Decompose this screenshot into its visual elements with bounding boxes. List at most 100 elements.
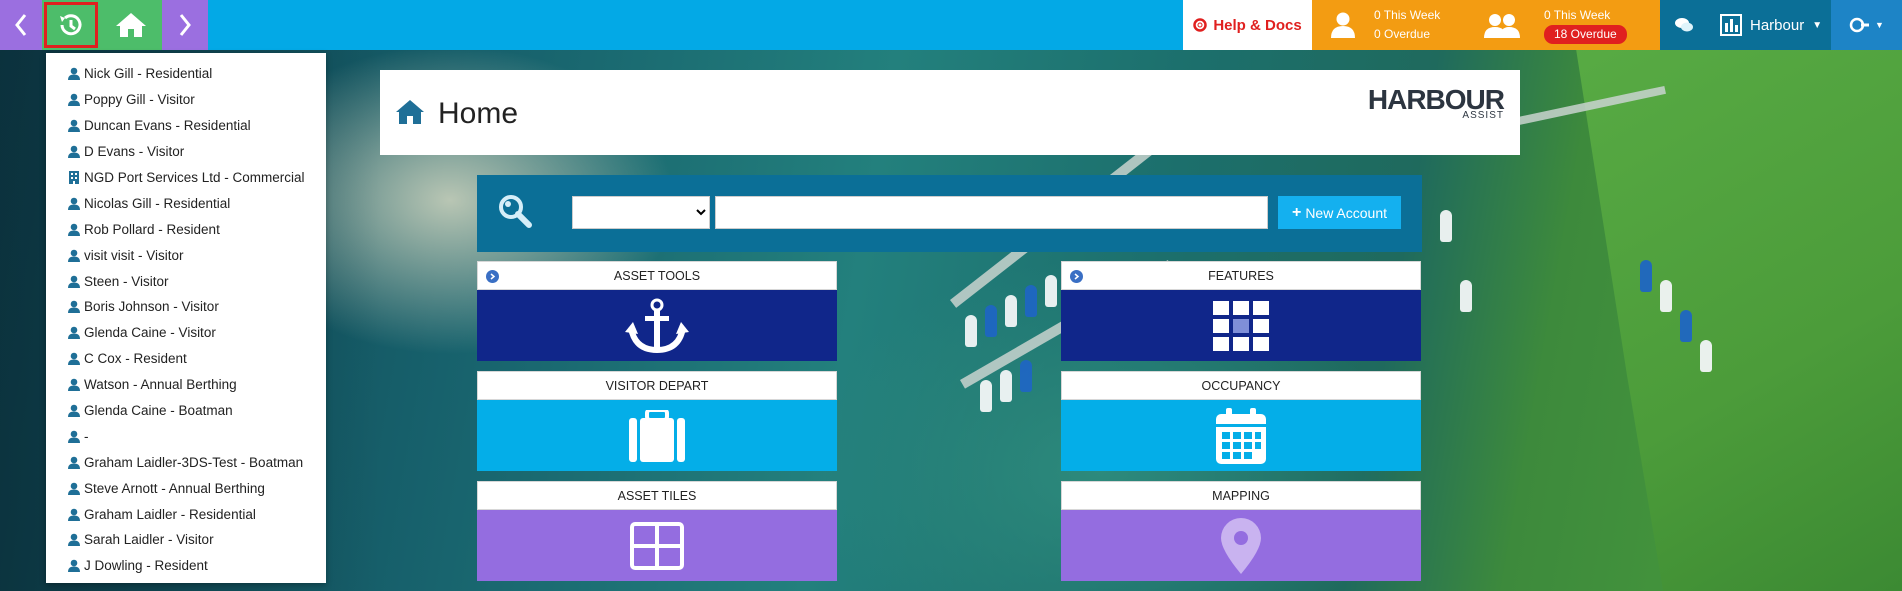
history-item-label: Poppy Gill - Visitor [84,92,195,108]
person-icon [66,455,81,470]
history-item-label: NGD Port Services Ltd - Commercial [84,170,305,185]
history-item[interactable]: Graham Laidler - Residential [46,501,326,527]
history-item-label: Duncan Evans - Residential [84,118,251,134]
building-icon [66,170,81,185]
background-boat [1660,280,1672,312]
background-boat [1000,370,1012,402]
tile-caption: MAPPING [1212,488,1270,503]
new-account-button[interactable]: + New Account [1278,196,1401,229]
users-icon [1460,11,1544,39]
map-pin-icon [1221,517,1261,574]
my-tasks-this-week: 0 This Week [1374,8,1441,22]
history-item[interactable]: D Evans - Visitor [46,139,326,165]
history-item-label: Steen - Visitor [84,273,169,289]
search-input[interactable] [715,196,1268,229]
history-item[interactable]: NGD Port Services Ltd - Commercial [46,165,326,191]
background-boat [1680,310,1692,342]
tile-caption: FEATURES [1208,268,1274,283]
history-item[interactable]: Sarah Laidler - Visitor [46,527,326,553]
history-item-label: - [84,428,89,444]
tile-caption: OCCUPANCY [1201,378,1281,393]
person-icon [66,299,81,314]
calendar-icon [1216,407,1266,464]
search-type-select[interactable] [572,196,710,229]
history-item[interactable]: Watson - Annual Berthing [46,372,326,398]
help-docs-label: Help & Docs [1213,16,1302,34]
history-button[interactable] [42,0,100,50]
history-item-label: Glenda Caine - Boatman [84,403,233,419]
expand-icon[interactable] [486,270,499,283]
history-item[interactable]: J Dowling - Resident [46,553,326,579]
history-item[interactable]: Nick Gill - Residential [46,61,326,87]
history-item[interactable]: Glenda Caine - Boatman [46,398,326,424]
history-item-label: Sarah Laidler - Visitor [84,532,214,548]
history-item[interactable]: Nicolas Gill - Residential [46,190,326,216]
chat-button[interactable] [1660,0,1708,50]
history-item-label: Nick Gill - Residential [84,66,213,82]
history-item[interactable]: Graham Laidler-3DS-Test - Boatman [46,449,326,475]
caret-down-icon: ▼ [1875,20,1884,30]
anchor-icon [625,298,689,353]
history-button-highlight [44,2,98,48]
history-item[interactable]: Steve Arnott - Annual Berthing [46,475,326,501]
back-button[interactable] [0,0,42,50]
team-tasks-button[interactable]: 0 This Week 18 Overdue [1460,0,1660,50]
tile-mapping[interactable]: MAPPING [1061,481,1421,581]
lifebuoy-icon [1193,18,1208,32]
tile-visitor-depart[interactable]: VISITOR DEPART [477,371,837,471]
person-icon [66,196,81,211]
person-icon [66,429,81,444]
history-item[interactable]: visit visit - Visitor [46,242,326,268]
person-icon [66,558,81,573]
wrench-icon [1849,17,1870,33]
person-icon [66,377,81,392]
help-docs-button[interactable]: Help & Docs [1183,0,1312,50]
search-icon [499,195,532,228]
tile-asset-tools[interactable]: ASSET TOOLS [477,261,837,361]
tile-caption: VISITOR DEPART [605,378,709,393]
person-icon [66,248,81,263]
my-tasks-button[interactable]: 0 This Week 0 Overdue [1312,0,1460,50]
history-item[interactable]: Boris Johnson - Visitor [46,294,326,320]
tile-asset-tiles[interactable]: ASSET TILES [477,481,837,581]
history-item-label: J Dowling - Resident [84,558,208,574]
grid-icon [1213,300,1269,351]
history-item[interactable]: C Cox - Resident [46,346,326,372]
expand-icon[interactable] [1070,270,1083,283]
top-bar: Help & Docs 0 This Week 0 Overdue 0 This… [0,0,1902,50]
history-item[interactable]: - [46,423,326,449]
caret-down-icon: ▼ [1812,19,1823,31]
background-boat [1020,360,1032,392]
organisation-dropdown[interactable]: Harbour ▼ [1708,0,1831,50]
person-icon [66,351,81,366]
tile-occupancy[interactable]: OCCUPANCY [1061,371,1421,471]
team-tasks-this-week: 0 This Week [1544,8,1611,22]
background-boat [1005,295,1017,327]
history-item[interactable]: Duncan Evans - Residential [46,113,326,139]
home-button[interactable] [100,0,162,50]
background-boat [1460,280,1472,312]
history-item-label: Nicolas Gill - Residential [84,195,231,211]
person-icon [66,481,81,496]
background-boat [980,380,992,412]
tools-dropdown-button[interactable]: ▼ [1831,0,1902,50]
history-item[interactable]: Rob Pollard - Resident [46,216,326,242]
history-item[interactable]: Steen - Visitor [46,268,326,294]
history-item[interactable]: Glenda Caine - Visitor [46,320,326,346]
history-item-label: C Cox - Resident [84,351,187,367]
home-icon [396,100,424,124]
history-item-label: D Evans - Visitor [84,144,185,160]
search-panel: + New Account [477,175,1422,252]
home-icon [116,13,146,37]
chevron-left-icon [15,14,27,36]
forward-button[interactable] [162,0,208,50]
new-account-label: New Account [1305,204,1388,221]
history-item-label: visit visit - Visitor [84,247,184,263]
tile-features[interactable]: FEATURES [1061,261,1421,361]
person-icon [66,325,81,340]
history-item[interactable]: Poppy Gill - Visitor [46,87,326,113]
person-icon [66,92,81,107]
background-boat [965,315,977,347]
team-tasks-overdue-badge[interactable]: 18 Overdue [1544,25,1627,44]
tiles-icon [630,521,684,570]
